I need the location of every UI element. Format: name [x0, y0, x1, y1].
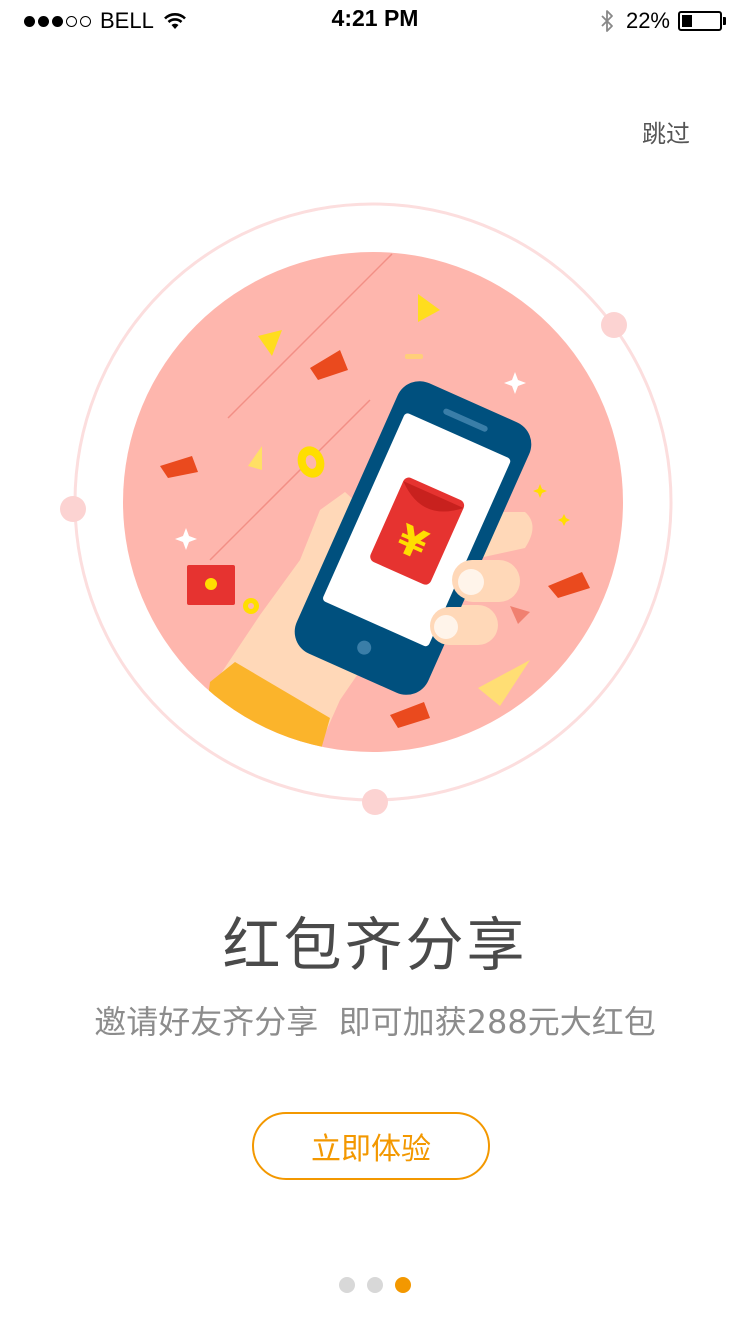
battery-cap [723, 17, 726, 25]
page-dot[interactable] [367, 1277, 383, 1293]
try-now-button[interactable]: 立即体验 [252, 1112, 490, 1180]
orbit-dot [60, 496, 86, 522]
skip-button[interactable]: 跳过 [642, 114, 690, 149]
battery-level [682, 15, 692, 27]
orbit-dot [601, 312, 627, 338]
pagination-dots [0, 1277, 750, 1293]
bluetooth-icon [601, 10, 613, 32]
page-dot[interactable] [339, 1277, 355, 1293]
page-title: 红包齐分享 [222, 911, 528, 979]
red-envelope-illustration: ¥ [60, 202, 673, 815]
status-bar: BELL 4:21 PM 22% [0, 0, 750, 40]
page-dot[interactable] [395, 1277, 411, 1293]
battery-icon [678, 11, 722, 31]
orbit-dot [362, 789, 388, 815]
page-subtitle: 邀请好友齐分享 即可加获288元大红包 [94, 1003, 656, 1041]
battery-percent: 22% [625, 8, 670, 33]
status-bar-right: 22% [600, 6, 726, 36]
